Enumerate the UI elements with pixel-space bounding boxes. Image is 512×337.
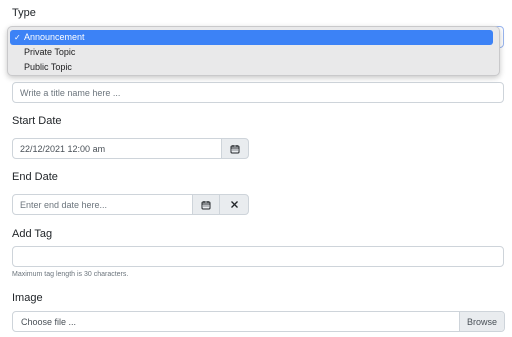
calendar-icon bbox=[201, 200, 211, 209]
type-option-announcement[interactable]: ✓ Announcement bbox=[10, 30, 493, 45]
file-placeholder: Choose file ... bbox=[21, 317, 77, 327]
type-option-public-topic[interactable]: Public Topic bbox=[10, 60, 493, 75]
title-input[interactable] bbox=[12, 82, 504, 103]
option-label: Announcement bbox=[24, 32, 85, 42]
image-file-input[interactable]: Choose file ... Browse bbox=[12, 311, 505, 332]
end-date-input[interactable] bbox=[12, 194, 193, 215]
start-date-label: Start Date bbox=[12, 115, 62, 127]
start-date-input[interactable] bbox=[12, 138, 222, 159]
checkmark-icon: ✓ bbox=[14, 33, 21, 42]
type-label: Type bbox=[12, 7, 36, 19]
browse-button[interactable]: Browse bbox=[459, 312, 504, 331]
close-icon bbox=[230, 201, 238, 208]
type-option-private-topic[interactable]: Private Topic bbox=[10, 45, 493, 60]
add-tag-label: Add Tag bbox=[12, 228, 53, 240]
option-label: Private Topic bbox=[24, 47, 76, 57]
tag-input[interactable] bbox=[12, 246, 504, 267]
start-date-calendar-button[interactable] bbox=[221, 138, 249, 159]
end-date-clear-button[interactable] bbox=[219, 194, 249, 215]
end-date-calendar-button[interactable] bbox=[192, 194, 220, 215]
type-dropdown-menu[interactable]: ✓ Announcement Private Topic Public Topi… bbox=[7, 26, 500, 76]
option-label: Public Topic bbox=[24, 62, 72, 72]
calendar-icon bbox=[230, 144, 240, 153]
tag-length-hint: Maximum tag length is 30 characters. bbox=[12, 271, 129, 278]
image-label: Image bbox=[12, 292, 43, 304]
end-date-label: End Date bbox=[12, 171, 58, 183]
